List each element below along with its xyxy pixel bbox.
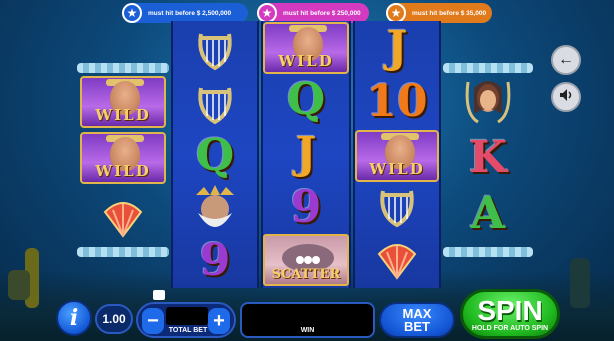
- shell-symbol: [77, 191, 169, 245]
- jackpot-major: ★ must hit before $ 250,000: [257, 3, 369, 23]
- wild-label: WILD: [95, 106, 151, 124]
- coin-value: 1.00: [102, 312, 126, 326]
- reel-frame-top: [443, 63, 533, 73]
- wild-symbol: WILD: [355, 129, 439, 183]
- paytable-icon[interactable]: [153, 290, 165, 300]
- shell-symbol: [355, 233, 439, 287]
- star-icon: ★: [122, 3, 142, 23]
- minus-icon: −: [147, 310, 159, 332]
- reel-frame-bottom: [443, 247, 533, 257]
- jackpot-bar: ★ must hit before $ 2,500,000 ★ must hit…: [122, 3, 492, 23]
- bet-increase-button[interactable]: +: [208, 308, 230, 334]
- max-bet-button[interactable]: MAX BET: [379, 302, 455, 338]
- seaweed-right: [570, 258, 590, 308]
- jackpot-grand-text: must hit before $ 2,500,000: [148, 9, 232, 17]
- total-bet-value: [166, 307, 208, 325]
- reel-grid: WILD WILD Q 9 WILD Q J 9 SCATTER J 10 WI…: [77, 21, 533, 288]
- reel-frame-bottom: [77, 247, 169, 257]
- max-bet-label-line2: BET: [404, 319, 430, 334]
- jackpot-minor-text: must hit before $ 35,000: [412, 9, 487, 17]
- ten-symbol: 10: [366, 76, 428, 127]
- star-icon: ★: [257, 3, 277, 23]
- letter-q-symbol: Q: [195, 130, 235, 181]
- lyre-symbol: [173, 25, 257, 75]
- nine-symbol: 9: [290, 182, 322, 233]
- scatter-symbol: SCATTER: [263, 233, 349, 287]
- letter-j-symbol: J: [386, 22, 408, 73]
- coin-value-button[interactable]: 1.00: [95, 304, 133, 334]
- wild-label: WILD: [278, 52, 334, 70]
- wild-label: WILD: [95, 162, 151, 180]
- wild-symbol: WILD: [77, 75, 169, 129]
- scatter-label: SCATTER: [271, 267, 341, 282]
- wild-label: WILD: [369, 160, 425, 178]
- reel-5: K A: [443, 21, 533, 288]
- letter-k-symbol: K: [468, 132, 508, 183]
- spin-hint: HOLD FOR AUTO SPIN: [471, 324, 549, 332]
- star-icon: ★: [386, 3, 406, 23]
- reel-4: J 10 WILD: [353, 21, 441, 288]
- reel-3: WILD Q J 9 SCATTER: [261, 21, 351, 288]
- nine-symbol: 9: [199, 235, 231, 286]
- lyre-symbol: [173, 79, 257, 129]
- wild-symbol: WILD: [263, 21, 349, 75]
- mermaid-symbol: [443, 73, 533, 127]
- wild-symbol: WILD: [77, 131, 169, 185]
- letter-a-symbol: A: [470, 188, 506, 239]
- plus-icon: +: [213, 310, 225, 332]
- win-label: WIN: [300, 327, 315, 334]
- spin-label: SPIN: [477, 294, 543, 326]
- spin-button[interactable]: SPIN HOLD FOR AUTO SPIN: [460, 289, 560, 339]
- reel-2: Q 9: [171, 21, 259, 288]
- seaweed-left-2: [8, 270, 30, 300]
- jackpot-minor: ★ must hit before $ 35,000: [386, 3, 492, 23]
- jackpot-major-text: must hit before $ 250,000: [283, 9, 361, 17]
- sound-button[interactable]: [551, 82, 581, 112]
- back-button[interactable]: ←: [551, 45, 581, 75]
- speaker-icon: [558, 87, 574, 108]
- king-symbol: [173, 181, 257, 237]
- arrow-left-icon: ←: [558, 51, 574, 68]
- jackpot-grand: ★ must hit before $ 2,500,000: [122, 3, 248, 23]
- letter-q-symbol: Q: [286, 74, 326, 125]
- letter-j-symbol: J: [295, 128, 317, 179]
- reel-1: WILD WILD: [77, 21, 169, 288]
- info-button[interactable]: i: [56, 300, 92, 336]
- reel-frame-top: [77, 63, 169, 73]
- info-icon: i: [69, 305, 79, 331]
- total-bet-control: − TOTAL BET +: [136, 302, 236, 338]
- win-display: WIN: [240, 302, 375, 338]
- lyre-symbol: [355, 181, 439, 233]
